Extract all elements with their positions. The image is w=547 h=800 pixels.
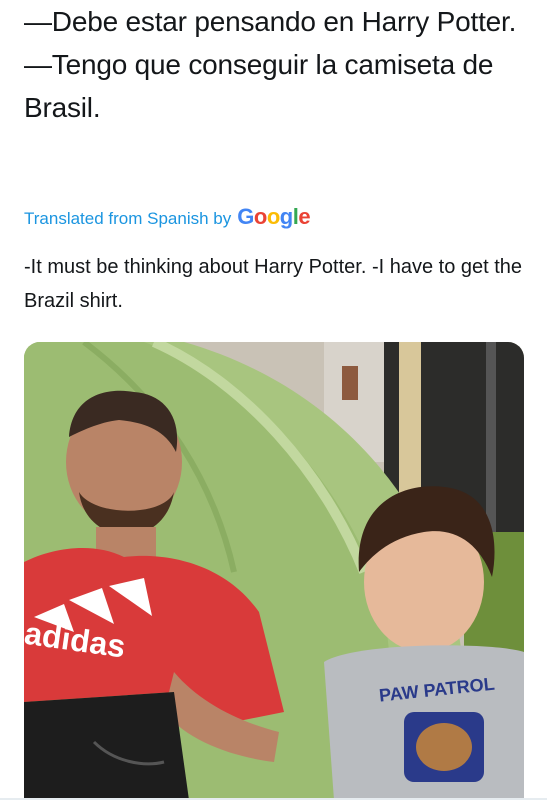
google-letter-3: o — [266, 204, 280, 229]
google-letter-6: e — [298, 204, 311, 229]
translated-text: -It must be thinking about Harry Potter.… — [24, 256, 523, 312]
google-letter-2: o — [253, 204, 267, 229]
google-letter-1: G — [237, 204, 254, 229]
tweet-photo[interactable]: adidas PAW PATROL — [24, 342, 524, 800]
translation-attribution[interactable]: Translated from Spanish by Google — [24, 204, 311, 230]
google-logo: Google — [237, 204, 310, 230]
tweet-line-1: —Debe estar pensando en Harry Potter. — [24, 6, 517, 37]
translation-label: Translated from Spanish by — [24, 209, 232, 228]
tweet-line-2: —Tengo que conseguir la camiseta de Bras… — [24, 49, 494, 123]
tweet-text: —Debe estar pensando en Harry Potter. —T… — [24, 0, 524, 129]
google-letter-4: g — [279, 204, 293, 229]
